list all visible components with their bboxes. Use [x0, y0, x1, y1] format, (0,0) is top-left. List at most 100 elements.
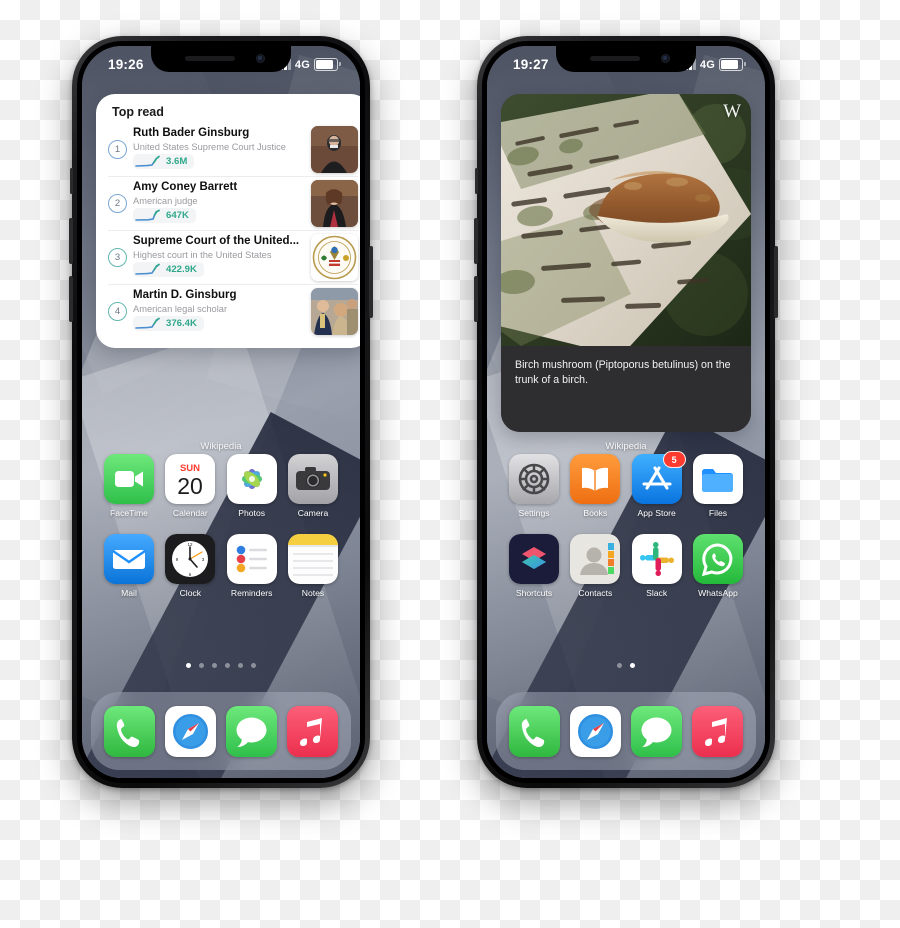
- app-clock[interactable]: 12 3 6 9 Clock: [161, 534, 219, 598]
- app-books[interactable]: Books: [566, 454, 624, 518]
- app-contacts[interactable]: Contacts: [566, 534, 624, 598]
- app-label: App Store: [637, 508, 676, 518]
- article-thumbnail: [311, 234, 358, 281]
- app-appstore[interactable]: 5 App Store: [628, 451, 686, 518]
- volume-up-button[interactable]: [69, 218, 73, 264]
- silent-switch[interactable]: [475, 168, 478, 194]
- network-type-label: 4G: [699, 58, 715, 71]
- app-label: Contacts: [578, 588, 613, 598]
- app-mail[interactable]: Mail: [100, 534, 158, 598]
- music-icon[interactable]: [692, 705, 743, 757]
- phone-device-left: 19:26 4G Top read 1 Ruth Bader Ginsburg …: [69, 36, 373, 788]
- app-label: WhatsApp: [698, 588, 738, 598]
- phone-device-right: 19:27 4G W Birch mushroom (Piptoporus be…: [474, 36, 778, 788]
- app-label: Settings: [518, 508, 550, 518]
- app-label: Notes: [301, 588, 325, 598]
- widget-title: Top read: [112, 105, 164, 119]
- widget-top-read[interactable]: Top read 1 Ruth Bader Ginsburg United St…: [96, 94, 360, 348]
- sparkline-icon: [135, 155, 160, 167]
- article-description: United States Supreme Court Justice: [133, 141, 286, 152]
- battery-icon: [719, 58, 746, 71]
- settings-icon: [509, 454, 559, 504]
- power-button[interactable]: [369, 246, 373, 318]
- article-title: Supreme Court of the United...: [133, 235, 300, 248]
- article-thumbnail: [311, 126, 358, 173]
- potd-caption: Birch mushroom (Piptoporus betulinus) on…: [501, 346, 751, 432]
- phone-icon[interactable]: [104, 705, 155, 757]
- views-metric: 3.6M: [133, 153, 195, 169]
- scene-root: 19:26 4G Top read 1 Ruth Bader Ginsburg …: [0, 0, 900, 928]
- app-whatsapp[interactable]: WhatsApp: [689, 534, 747, 598]
- app-notes[interactable]: Notes: [284, 534, 342, 598]
- sparkline-icon: [135, 263, 160, 275]
- page-dots-left[interactable]: [82, 663, 360, 668]
- silent-switch[interactable]: [70, 168, 73, 194]
- books-icon: [570, 454, 621, 504]
- notch: [556, 46, 696, 72]
- volume-down-button[interactable]: [474, 276, 478, 322]
- app-row: Settings Books 5 App Store Files: [505, 451, 747, 518]
- wikipedia-watermark-icon: W: [723, 101, 741, 122]
- notes-icon: [287, 534, 338, 584]
- app-reminders[interactable]: Reminders: [223, 534, 281, 598]
- app-files[interactable]: Files: [689, 454, 747, 518]
- views-count: 376.4K: [166, 317, 197, 329]
- app-label: Camera: [297, 508, 329, 518]
- app-camera[interactable]: Camera: [284, 454, 342, 518]
- mail-icon: [104, 534, 154, 584]
- files-icon: [692, 454, 743, 504]
- app-label: Shortcuts: [515, 588, 553, 598]
- article-title: Amy Coney Barrett: [133, 181, 238, 194]
- top-read-row[interactable]: 1 Ruth Bader Ginsburg United States Supr…: [108, 123, 358, 176]
- safari-icon[interactable]: [165, 705, 216, 757]
- volume-up-button[interactable]: [474, 218, 478, 264]
- top-read-row[interactable]: 4 Martin D. Ginsburg American legal scho…: [108, 284, 358, 338]
- app-shortcuts[interactable]: Shortcuts: [505, 534, 563, 598]
- views-count: 647K: [166, 209, 189, 221]
- battery-icon: [314, 58, 341, 71]
- app-settings[interactable]: Settings: [505, 454, 563, 518]
- volume-down-button[interactable]: [69, 276, 73, 322]
- phone-icon[interactable]: [509, 705, 560, 757]
- widget-picture-of-the-day[interactable]: W cc ● ↻ Birch mushroom (Piptoporus betu…: [501, 94, 751, 432]
- views-metric: 422.9K: [133, 261, 204, 277]
- messages-icon[interactable]: [226, 705, 277, 757]
- photos-icon: [226, 454, 277, 504]
- article-thumbnail: [311, 180, 358, 227]
- power-button[interactable]: [774, 246, 778, 318]
- top-read-row[interactable]: 3 Supreme Court of the United... Highest…: [108, 230, 358, 284]
- messages-icon[interactable]: [631, 705, 682, 757]
- widget-source-label: Wikipedia: [605, 441, 647, 452]
- slack-icon: [631, 534, 682, 584]
- app-photos[interactable]: Photos: [223, 454, 281, 518]
- article-description: Highest court in the United States: [133, 249, 272, 260]
- sparkline-icon: [135, 317, 160, 329]
- status-time: 19:26: [108, 57, 144, 72]
- top-read-row[interactable]: 2 Amy Coney Barrett American judge 647K: [108, 176, 358, 230]
- camera-icon: [287, 454, 338, 504]
- app-slack[interactable]: Slack: [628, 534, 686, 598]
- app-grid-left: FaceTime SUN 20 Calendar Photos Camera M…: [100, 454, 342, 614]
- page-dots-right[interactable]: [487, 663, 765, 668]
- app-facetime[interactable]: FaceTime: [100, 454, 158, 518]
- widget-source-label: Wikipedia: [200, 441, 242, 452]
- article-description: American legal scholar: [133, 303, 228, 314]
- app-calendar[interactable]: SUN 20 Calendar: [161, 454, 219, 518]
- rank-badge: 2: [108, 194, 127, 213]
- contacts-icon: [570, 534, 621, 584]
- views-count: 3.6M: [166, 155, 188, 167]
- potd-image: [501, 94, 751, 346]
- shortcuts-icon: [509, 534, 559, 584]
- app-label: FaceTime: [110, 508, 148, 518]
- app-label: Calendar: [172, 508, 208, 518]
- music-icon[interactable]: [287, 705, 338, 757]
- clock-icon: 12 3 6 9: [165, 534, 216, 584]
- app-label: Slack: [646, 588, 668, 598]
- safari-icon[interactable]: [570, 705, 621, 757]
- notch: [151, 46, 291, 72]
- views-metric: 376.4K: [133, 315, 204, 331]
- screen-right: 19:27 4G W Birch mushroom (Piptoporus be…: [487, 46, 765, 778]
- svg-text:20: 20: [178, 473, 204, 499]
- rank-badge: 1: [108, 140, 127, 159]
- sparkline-icon: [135, 209, 160, 221]
